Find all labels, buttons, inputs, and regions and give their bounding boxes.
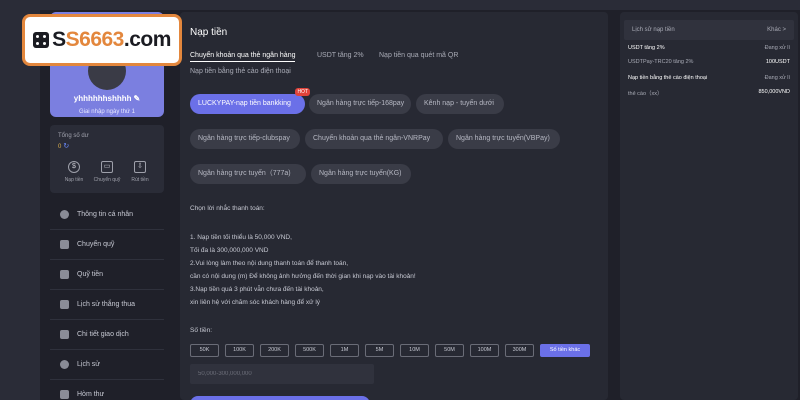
record-title: Nạp tiền bằng thẻ cào điện thoại <box>628 75 708 81</box>
reminder-line: cần có nội dung (m) Để không ảnh hưởng đ… <box>190 273 416 280</box>
reminder-line: xin liên hệ với chăm sóc khách hàng để x… <box>190 299 321 306</box>
dice-icon <box>33 32 50 48</box>
sidebar-menu: Thông tin cá nhân Chuyển quỹ Quỹ tiền Lị… <box>50 200 164 400</box>
amount-300m[interactable]: 300M <box>505 344 534 357</box>
sidebar-item-mail[interactable]: Hòm thư <box>50 380 164 400</box>
amount-200k[interactable]: 200K <box>260 344 289 357</box>
record-amount: 850,000VND <box>758 89 791 95</box>
history-icon <box>60 300 69 309</box>
channel-vbpay[interactable]: Ngân hàng trực tuyến(VBPay) <box>448 129 560 149</box>
sidebar-item-profile[interactable]: Thông tin cá nhân <box>50 200 164 230</box>
sidebar-item-fund[interactable]: Quỹ tiền <box>50 260 164 290</box>
sidebar-item-label: Quỹ tiền <box>77 271 104 278</box>
quick-deposit[interactable]: $ Nạp tiền <box>59 161 89 183</box>
record-status: Đang xử lí <box>764 45 790 51</box>
quick-transfer-label: Chuyển quỹ <box>93 177 121 183</box>
edit-icon[interactable]: ✎ <box>134 94 141 103</box>
channel-luckypay[interactable]: LUCKYPAY-nạp tiền bankking HOT <box>190 88 310 114</box>
record-sub: thẻ cào（xx） <box>628 91 663 97</box>
record-amount: 100USDT <box>765 59 790 65</box>
channel-168pay[interactable]: Ngân hàng trực tiếp-168pay <box>309 94 411 114</box>
reminder-line: 2.Vui lòng làm theo nội dung thanh toán … <box>190 260 349 267</box>
sidebar-item-history[interactable]: Lịch sử <box>50 350 164 380</box>
amount-50k[interactable]: 50K <box>190 344 219 357</box>
transaction-icon <box>60 330 69 339</box>
sidebar-item-transactions[interactable]: Chi tiết giao dịch <box>50 320 164 350</box>
withdraw-icon: ⇩ <box>134 161 146 173</box>
reminder-line: Tối đa là 300,000,000 VND <box>190 247 269 254</box>
quick-transfer[interactable]: ▭ Chuyển quỹ <box>92 161 122 183</box>
logo-middle: S <box>65 28 80 51</box>
page-title: Nạp tiền <box>190 27 228 38</box>
logo-prefix: S <box>52 28 66 51</box>
sidebar-item-label: Chi tiết giao dịch <box>77 331 129 338</box>
logo-suffix: .com <box>123 28 172 51</box>
amount-10m[interactable]: 10M <box>400 344 429 357</box>
balance-value-row: 0 ↻ <box>58 142 69 150</box>
history-header: Lịch sử nạp tiền Khác > <box>624 20 794 40</box>
sidebar-item-win-loss[interactable]: Lịch sử thắng thua <box>50 290 164 320</box>
clock-icon <box>60 360 69 369</box>
channel-777a[interactable]: Ngân hàng trực tuyến（777a) <box>190 164 306 184</box>
site-logo[interactable]: S S 6663 .com <box>22 14 182 66</box>
history-more-link[interactable]: Khác > <box>767 20 786 40</box>
balance-label: Tổng số dư <box>58 133 89 139</box>
deposit-panel: Nạp tiền Chuyển khoản qua thẻ ngân hàng … <box>180 12 608 400</box>
user-icon <box>60 210 69 219</box>
reminder-line: 1. Nạp tiền tối thiểu là 50,000 VND, <box>190 234 292 241</box>
record-sub: USDTPay-TRC20 tăng 2% <box>628 59 694 65</box>
amount-100m[interactable]: 100M <box>470 344 499 357</box>
username: yhhhhhhshhhh <box>73 94 132 103</box>
record-title: USDT tăng 2% <box>628 45 665 51</box>
amount-5m[interactable]: 5M <box>365 344 394 357</box>
reminder-line: 3.Nạp tiền quá 3 phút vẫn chưa đến tài k… <box>190 286 324 293</box>
deposit-icon: $ <box>68 161 80 173</box>
balance-value: 0 <box>58 144 62 150</box>
amount-1m[interactable]: 1M <box>330 344 359 357</box>
balance-card: Tổng số dư 0 ↻ $ Nạp tiền ▭ Chuyển quỹ ⇩ … <box>50 125 164 193</box>
tab-bank-transfer[interactable]: Chuyển khoản qua thẻ ngân hàng <box>190 52 296 62</box>
sidebar-item-transfer[interactable]: Chuyển quỹ <box>50 230 164 260</box>
record-status: Đang xử lí <box>764 75 790 81</box>
tab-usdt[interactable]: USDT tăng 2% <box>317 52 364 59</box>
reminder-title: Chọn lời nhắc thanh toán: <box>190 205 265 212</box>
sidebar-item-label: Lịch sử thắng thua <box>77 301 136 308</box>
other-amount-button[interactable]: Số tiền khác <box>540 344 590 357</box>
refresh-icon[interactable]: ↻ <box>63 143 69 150</box>
amount-500k[interactable]: 500K <box>295 344 324 357</box>
submit-button[interactable] <box>190 396 370 400</box>
tab-phone-card[interactable]: Nạp tiền bằng thẻ cào điện thoại <box>190 68 291 75</box>
channel-vnrpay[interactable]: Chuyển khoản qua thẻ ngân-VNRPay <box>305 129 443 149</box>
hot-badge: HOT <box>295 88 310 96</box>
fund-icon <box>60 270 69 279</box>
channel-kg[interactable]: Ngân hàng trực tuyến(KG) <box>311 164 411 184</box>
history-title: Lịch sử nạp tiền <box>632 27 675 33</box>
channel-downline[interactable]: Kênh nạp - tuyến dưới <box>416 94 504 114</box>
wallet-icon: ▭ <box>101 161 113 173</box>
sidebar-item-label: Hòm thư <box>77 391 105 398</box>
quick-withdraw[interactable]: ⇩ Rút tiền <box>125 161 155 183</box>
amount-input[interactable] <box>190 364 374 384</box>
logo-brand: 6663 <box>79 28 124 51</box>
username-row: yhhhhhhshhhh ✎ <box>50 94 164 103</box>
quick-withdraw-label: Rút tiền <box>131 177 149 183</box>
amount-100k[interactable]: 100K <box>225 344 254 357</box>
mail-icon <box>60 390 69 399</box>
sidebar-item-label: Lịch sử <box>77 361 100 368</box>
amount-label: Số tiền: <box>190 327 213 334</box>
channel-label: LUCKYPAY-nạp tiền bankking <box>198 100 291 107</box>
sidebar-item-label: Thông tin cá nhân <box>77 211 134 218</box>
sidebar-item-label: Chuyển quỹ <box>77 241 115 248</box>
tab-qr[interactable]: Nạp tiền qua quét mã QR <box>379 52 458 59</box>
channel-clubspay[interactable]: Ngân hàng trực tiếp-clubspay <box>190 129 300 149</box>
login-day: Giai nhập ngày thứ 1 <box>78 109 136 115</box>
amount-50m[interactable]: 50M <box>435 344 464 357</box>
deposit-history-panel: Lịch sử nạp tiền Khác > USDT tăng 2% Đan… <box>620 12 798 400</box>
quick-deposit-label: Nạp tiền <box>64 177 84 183</box>
transfer-icon <box>60 240 69 249</box>
